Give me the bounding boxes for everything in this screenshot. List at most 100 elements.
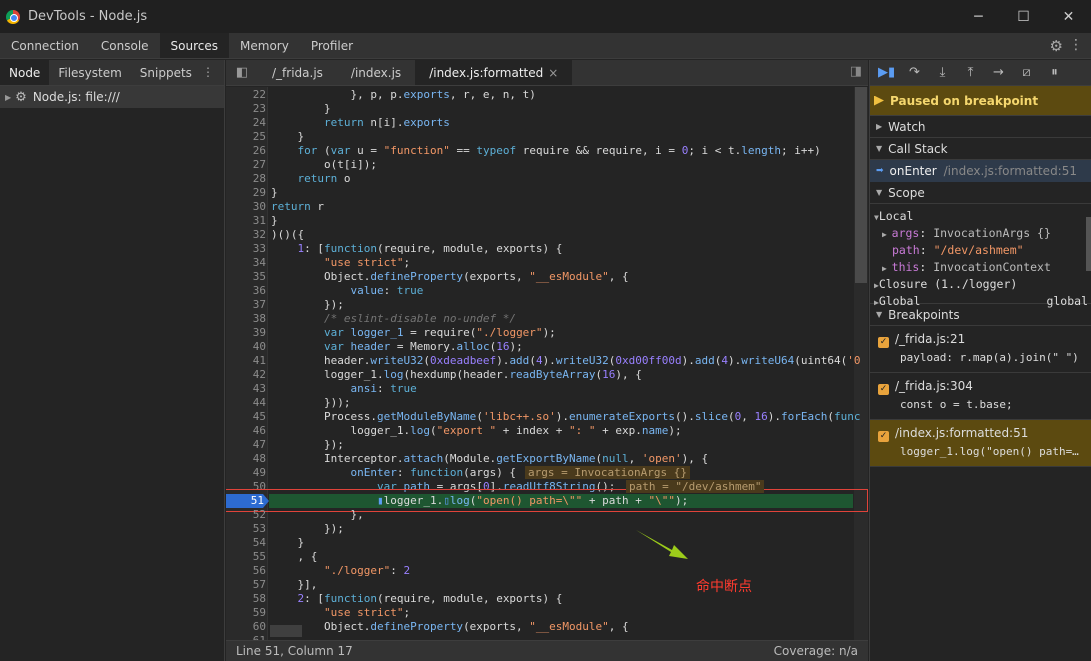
scope-global[interactable]: ▶Global global — [874, 293, 1091, 310]
file-tab-index-formatted[interactable]: /index.js:formatted × — [415, 60, 573, 85]
line-number[interactable]: 56 — [226, 564, 266, 578]
scope-var-args[interactable]: ▶ args: InvocationArgs {} — [874, 225, 1091, 242]
line-number[interactable]: 45 — [226, 410, 266, 424]
maximize-button[interactable]: ☐ — [1001, 0, 1046, 33]
line-number[interactable]: 24 — [226, 116, 266, 130]
nav-tab-node[interactable]: Node — [0, 60, 50, 85]
code-line[interactable]: , { — [271, 550, 317, 564]
code-line[interactable]: return n[i].exports — [271, 116, 450, 130]
code-line[interactable]: } — [271, 186, 278, 200]
more-menu-icon[interactable]: ⋮ — [1069, 37, 1083, 53]
code-line[interactable]: })); — [271, 396, 351, 410]
code-editor[interactable]: 22 }, p, p.exports, r, e, n, t) 23 } 24 re… — [226, 87, 868, 640]
line-number[interactable]: 29 — [226, 186, 266, 200]
breakpoint-item[interactable]: ✓ /_frida.js:21 payload: r.map(a).join(" … — [870, 326, 1091, 373]
line-number[interactable]: 31 — [226, 214, 266, 228]
line-number[interactable]: 30 — [226, 200, 266, 214]
line-number[interactable]: 53 — [226, 522, 266, 536]
checkbox-checked-icon[interactable]: ✓ — [878, 337, 889, 348]
code-line[interactable]: "./logger": 2 — [271, 564, 410, 578]
line-number[interactable]: 38 — [226, 312, 266, 326]
line-number[interactable]: 39 — [226, 326, 266, 340]
code-line[interactable]: o(t[i]); — [271, 158, 377, 172]
line-number[interactable]: 28 — [226, 172, 266, 186]
code-line[interactable]: var logger_1 = require("./logger"); — [271, 326, 556, 340]
code-line[interactable]: Process.getModuleByName('libc++.so').enu… — [271, 410, 861, 424]
pause-on-exceptions-icon[interactable]: ⏸ — [1046, 65, 1063, 80]
toggle-debugger-icon[interactable]: ◨ — [850, 64, 862, 79]
line-number[interactable]: 42 — [226, 368, 266, 382]
line-number[interactable]: 47 — [226, 438, 266, 452]
nav-tab-snippets[interactable]: Snippets — [131, 60, 201, 85]
code-line[interactable]: logger_1.log(hexdump(header.readByteArra… — [271, 368, 642, 382]
scope-var-this[interactable]: ▶ this: InvocationContext — [874, 259, 1091, 276]
code-line[interactable]: } — [271, 214, 278, 228]
step-over-icon[interactable]: ↷ — [906, 65, 923, 80]
line-number[interactable]: 41 — [226, 354, 266, 368]
line-number[interactable]: 25 — [226, 130, 266, 144]
code-line[interactable]: }, p, p.exports, r, e, n, t) — [271, 88, 535, 102]
line-number[interactable]: 60 — [226, 620, 266, 634]
line-number[interactable]: 59 — [226, 606, 266, 620]
code-line[interactable]: } — [271, 102, 331, 116]
code-line[interactable]: var header = Memory.alloc(16); — [271, 340, 523, 354]
close-tab-icon[interactable]: × — [548, 66, 558, 80]
code-line[interactable]: /* eslint-disable no-undef */ — [271, 312, 516, 326]
line-number[interactable]: 33 — [226, 242, 266, 256]
nav-tab-filesystem[interactable]: Filesystem — [49, 60, 130, 85]
line-number[interactable]: 55 — [226, 550, 266, 564]
code-line[interactable]: "use strict"; — [271, 606, 410, 620]
line-number[interactable]: 54 — [226, 536, 266, 550]
checkbox-checked-icon[interactable]: ✓ — [878, 384, 889, 395]
code-line[interactable]: for (var u = "function" == typeof requir… — [271, 144, 821, 158]
line-number[interactable]: 49 — [226, 466, 266, 480]
line-number[interactable]: 34 — [226, 256, 266, 270]
line-number[interactable]: 37 — [226, 298, 266, 312]
code-line[interactable]: header.writeU32(0xdeadbeef).add(4).write… — [271, 354, 861, 368]
line-number[interactable]: 27 — [226, 158, 266, 172]
line-number[interactable]: 57 — [226, 578, 266, 592]
scope-var-path[interactable]: path: "/dev/ashmem" — [874, 242, 1091, 259]
line-number[interactable]: 51 — [226, 494, 264, 508]
call-frame-onenter[interactable]: ➡ onEnter /index.js:formatted:51 — [870, 160, 1091, 182]
line-number[interactable]: 46 — [226, 424, 266, 438]
scroll-thumb[interactable] — [855, 87, 867, 283]
line-number[interactable]: 44 — [226, 396, 266, 410]
frame-location[interactable]: /index.js:formatted:51 — [944, 164, 1077, 178]
toggle-navigator-icon[interactable]: ◧ — [226, 60, 258, 85]
section-watch[interactable]: ▶ Watch — [870, 116, 1091, 138]
code-line[interactable]: Object.defineProperty(exports, "__esModu… — [271, 620, 629, 634]
code-line[interactable]: 1: [function(require, module, exports) { — [271, 242, 563, 256]
line-number[interactable]: 43 — [226, 382, 266, 396]
code-line[interactable]: }], — [271, 578, 317, 592]
breakpoint-item[interactable]: ✓ /_frida.js:304 const o = t.base; — [870, 373, 1091, 420]
section-scope[interactable]: ▼ Scope — [870, 182, 1091, 204]
minimize-button[interactable]: ─ — [956, 0, 1001, 33]
line-number[interactable]: 40 — [226, 340, 266, 354]
code-line[interactable]: } — [271, 536, 304, 550]
tab-connection[interactable]: Connection — [0, 33, 90, 58]
code-line[interactable]: }); — [271, 522, 344, 536]
line-number[interactable]: 48 — [226, 452, 266, 466]
file-tab-frida[interactable]: /_frida.js — [258, 60, 337, 85]
code-line[interactable]: ansi: true — [271, 382, 416, 396]
file-tab-index[interactable]: /index.js — [337, 60, 415, 85]
navigator-more-icon[interactable]: ⋮ — [202, 65, 214, 79]
code-line[interactable]: }, — [271, 508, 363, 522]
line-number[interactable]: 52 — [226, 508, 266, 522]
code-line[interactable]: value: true — [271, 284, 423, 298]
close-window-button[interactable]: ✕ — [1046, 0, 1091, 33]
tree-item-nodejs[interactable]: ▶ ⚙ Node.js: file:/// — [0, 86, 224, 108]
code-line[interactable]: ▮logger_1.▯log("open() path=\"" + path +… — [271, 494, 688, 508]
checkbox-checked-icon[interactable]: ✓ — [878, 431, 889, 442]
sidebar-scroll-thumb[interactable] — [1086, 217, 1091, 271]
code-line[interactable]: } — [271, 130, 304, 144]
code-line[interactable]: Interceptor.attach(Module.getExportByNam… — [271, 452, 708, 466]
code-line[interactable]: )()({ — [271, 228, 304, 242]
expand-triangle-icon[interactable]: ▶ — [5, 93, 11, 102]
breakpoint-item-active[interactable]: ✓ /index.js:formatted:51 logger_1.log("op… — [870, 420, 1091, 467]
line-number[interactable]: 23 — [226, 102, 266, 116]
code-line[interactable]: }); — [271, 438, 344, 452]
scope-local[interactable]: ▼Local — [874, 208, 1091, 225]
line-number[interactable]: 32 — [226, 228, 266, 242]
